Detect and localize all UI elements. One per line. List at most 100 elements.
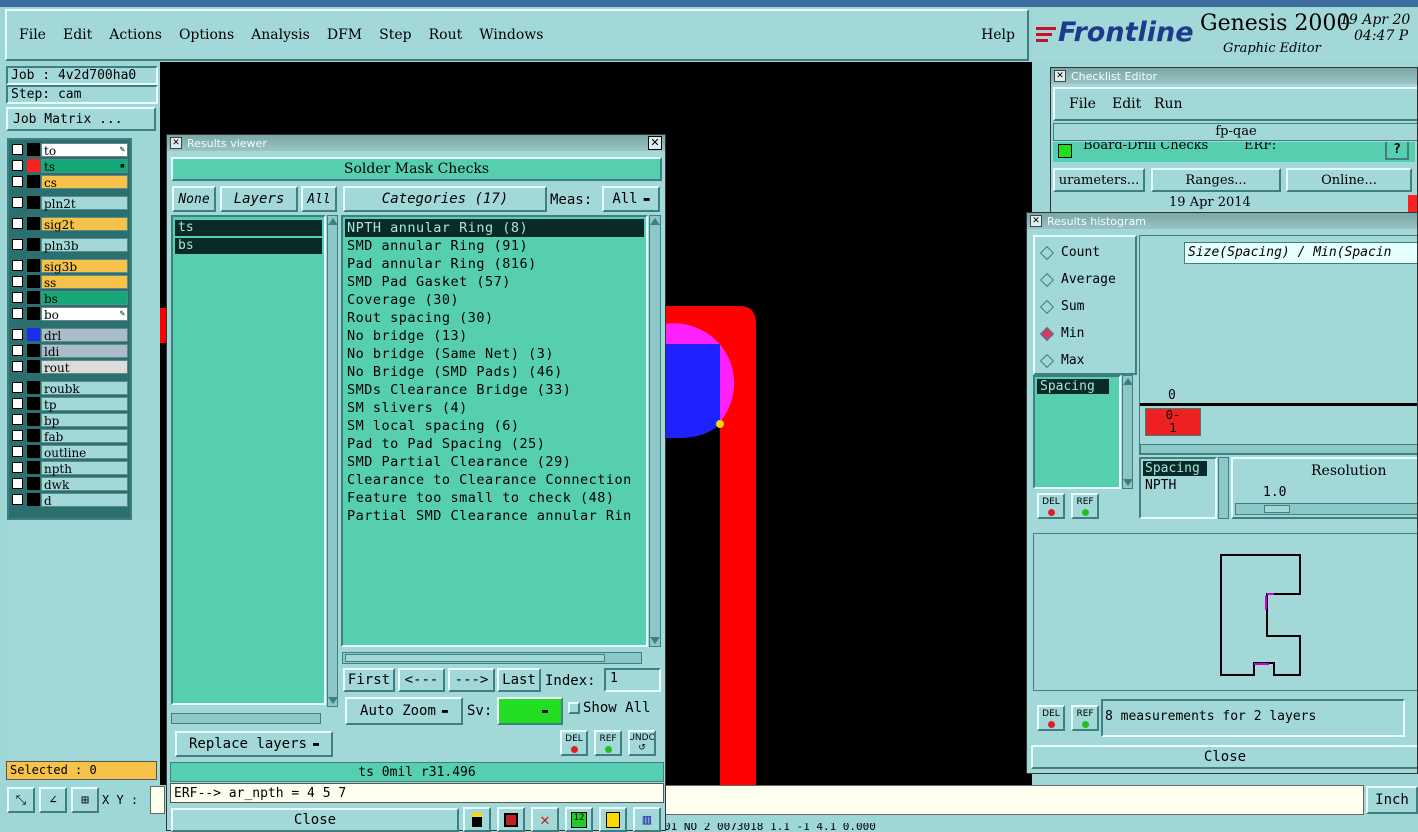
layer-color-swatch[interactable] (27, 217, 40, 230)
category-item[interactable]: No bridge (13) (343, 327, 646, 345)
tool-button-3[interactable]: ✕ (531, 807, 559, 832)
layer-row-dwk[interactable]: dwk (10, 476, 128, 492)
window-menu-icon[interactable]: ✕ (170, 137, 182, 149)
menu-options[interactable]: Options (179, 27, 234, 43)
online-button[interactable]: Online... (1286, 168, 1412, 192)
layer-row-bp[interactable]: bp (10, 412, 128, 428)
histogram-measure-list[interactable]: Spacing (1033, 375, 1121, 489)
category-item[interactable]: SM local spacing (6) (343, 417, 646, 435)
histogram-hscrollbar[interactable] (1140, 444, 1417, 454)
histogram-ref-button-top[interactable]: REF (1071, 493, 1099, 519)
job-matrix-button[interactable]: Job Matrix ... (6, 107, 156, 131)
layer-color-swatch[interactable] (27, 477, 40, 490)
meas-select[interactable]: All ▬ (602, 186, 660, 212)
bottom-command-line[interactable] (664, 785, 1364, 815)
layer-checkbox[interactable] (12, 160, 23, 171)
option-max[interactable]: Max (1035, 347, 1135, 374)
layer-list2-scrollbar[interactable] (1218, 457, 1229, 519)
layers-hscrollbar[interactable] (171, 713, 321, 724)
prev-button[interactable]: <--- (398, 668, 445, 692)
layer-checkbox[interactable] (12, 176, 23, 187)
layer-name[interactable]: bo (41, 306, 128, 322)
del-button[interactable]: DEL (560, 730, 588, 756)
ref-button[interactable]: REF (594, 730, 622, 756)
categories-list[interactable]: NPTH annular Ring (8) SMD annular Ring (9… (341, 215, 648, 647)
results-close-button[interactable]: Close (171, 808, 459, 832)
layer-row-ldi[interactable]: ldi (10, 343, 128, 359)
parameters-button[interactable]: urameters... (1053, 168, 1145, 192)
layers-all-button[interactable]: All (301, 186, 337, 212)
layer-row-bs[interactable]: bs (10, 290, 128, 306)
layer-row-roubk[interactable]: roubk (10, 380, 128, 396)
layer-checkbox[interactable] (12, 197, 23, 208)
layer-checkbox[interactable] (12, 430, 23, 441)
layer-name[interactable]: sig2t (41, 216, 128, 232)
menu-help[interactable]: Help (981, 27, 1015, 43)
layer-color-swatch[interactable] (27, 196, 40, 209)
menu-actions[interactable]: Actions (109, 27, 162, 43)
layer-checkbox[interactable] (12, 239, 23, 250)
layer-row-sig2t[interactable]: sig2t (10, 216, 128, 232)
layer-row-pln3b[interactable]: pln3b (10, 237, 128, 253)
layer-color-swatch[interactable] (27, 397, 40, 410)
layer-name[interactable]: dwk (41, 476, 128, 492)
menu-analysis[interactable]: Analysis (251, 27, 310, 43)
menu-rout[interactable]: Rout (429, 27, 463, 43)
layer-checkbox[interactable] (12, 361, 23, 372)
layer-color-swatch[interactable] (27, 143, 40, 156)
tool-button-1[interactable] (463, 807, 491, 832)
layer-row-sig3b[interactable]: sig3b (10, 258, 128, 274)
layer-list-item-spacing[interactable]: Spacing (1143, 461, 1207, 476)
category-item[interactable]: SMDs Clearance Bridge (33) (343, 381, 646, 399)
measure-list-scrollbar[interactable] (1122, 375, 1133, 489)
histogram-del-button[interactable]: DEL (1037, 705, 1065, 731)
layer-color-swatch[interactable] (27, 461, 40, 474)
layer-color-swatch[interactable] (27, 360, 40, 373)
next-button[interactable]: ---> (448, 668, 495, 692)
first-button[interactable]: First (343, 668, 395, 692)
measure-tool-button[interactable]: ∠ (39, 787, 67, 813)
layer-name[interactable]: bp (41, 412, 128, 428)
window-menu-icon[interactable]: ✕ (1030, 215, 1042, 227)
layer-name[interactable]: bs (41, 290, 128, 306)
menu-dfm[interactable]: DFM (327, 27, 362, 43)
last-button[interactable]: Last (497, 668, 541, 692)
layer-color-swatch[interactable] (27, 344, 40, 357)
grid-tool-button[interactable]: ⊞ (71, 787, 99, 813)
layer-color-swatch[interactable] (27, 429, 40, 442)
layer-name[interactable]: pln2t (41, 195, 128, 211)
layer-row-bo[interactable]: bo ✎ (10, 306, 128, 322)
checklist-row[interactable]: Board-Drill Checks ERF: ? (1053, 142, 1415, 162)
show-all-checkbox[interactable] (568, 702, 580, 714)
category-item[interactable]: Rout spacing (30) (343, 309, 646, 327)
layer-checkbox[interactable] (12, 218, 23, 229)
tool-button-2[interactable] (497, 807, 525, 832)
measure-list-item[interactable]: Spacing (1037, 379, 1109, 394)
layer-name[interactable]: ss (41, 274, 128, 290)
layer-checkbox[interactable] (12, 260, 23, 271)
layer-row-npth[interactable]: npth (10, 460, 128, 476)
categories-hscrollbar[interactable] (342, 652, 642, 664)
option-count[interactable]: Count (1035, 239, 1135, 266)
category-item[interactable]: No bridge (Same Net) (3) (343, 345, 646, 363)
option-average[interactable]: Average (1035, 266, 1135, 293)
layer-list-item-bs[interactable]: bs (175, 238, 322, 254)
measurement-marker[interactable] (716, 420, 724, 428)
tool-button-5[interactable] (599, 807, 627, 832)
layer-name[interactable]: cs (41, 174, 128, 190)
severity-select[interactable]: ▬ (497, 697, 563, 725)
layer-row-to[interactable]: to ✎ (10, 142, 128, 158)
option-min[interactable]: Min (1035, 320, 1135, 347)
layer-checkbox[interactable] (12, 292, 23, 303)
layers-list[interactable]: ts bs (171, 215, 326, 705)
layer-name[interactable]: fab (41, 428, 128, 444)
categories-button[interactable]: Categories (17) (343, 186, 547, 212)
categories-vscrollbar[interactable] (649, 215, 661, 647)
category-item[interactable]: SM slivers (4) (343, 399, 646, 417)
layer-name[interactable]: roubk (41, 380, 128, 396)
layer-name[interactable]: pln3b (41, 237, 128, 253)
layer-row-fab[interactable]: fab (10, 428, 128, 444)
menu-windows[interactable]: Windows (479, 27, 543, 43)
layer-color-swatch[interactable] (27, 238, 40, 251)
layer-checkbox[interactable] (12, 308, 23, 319)
